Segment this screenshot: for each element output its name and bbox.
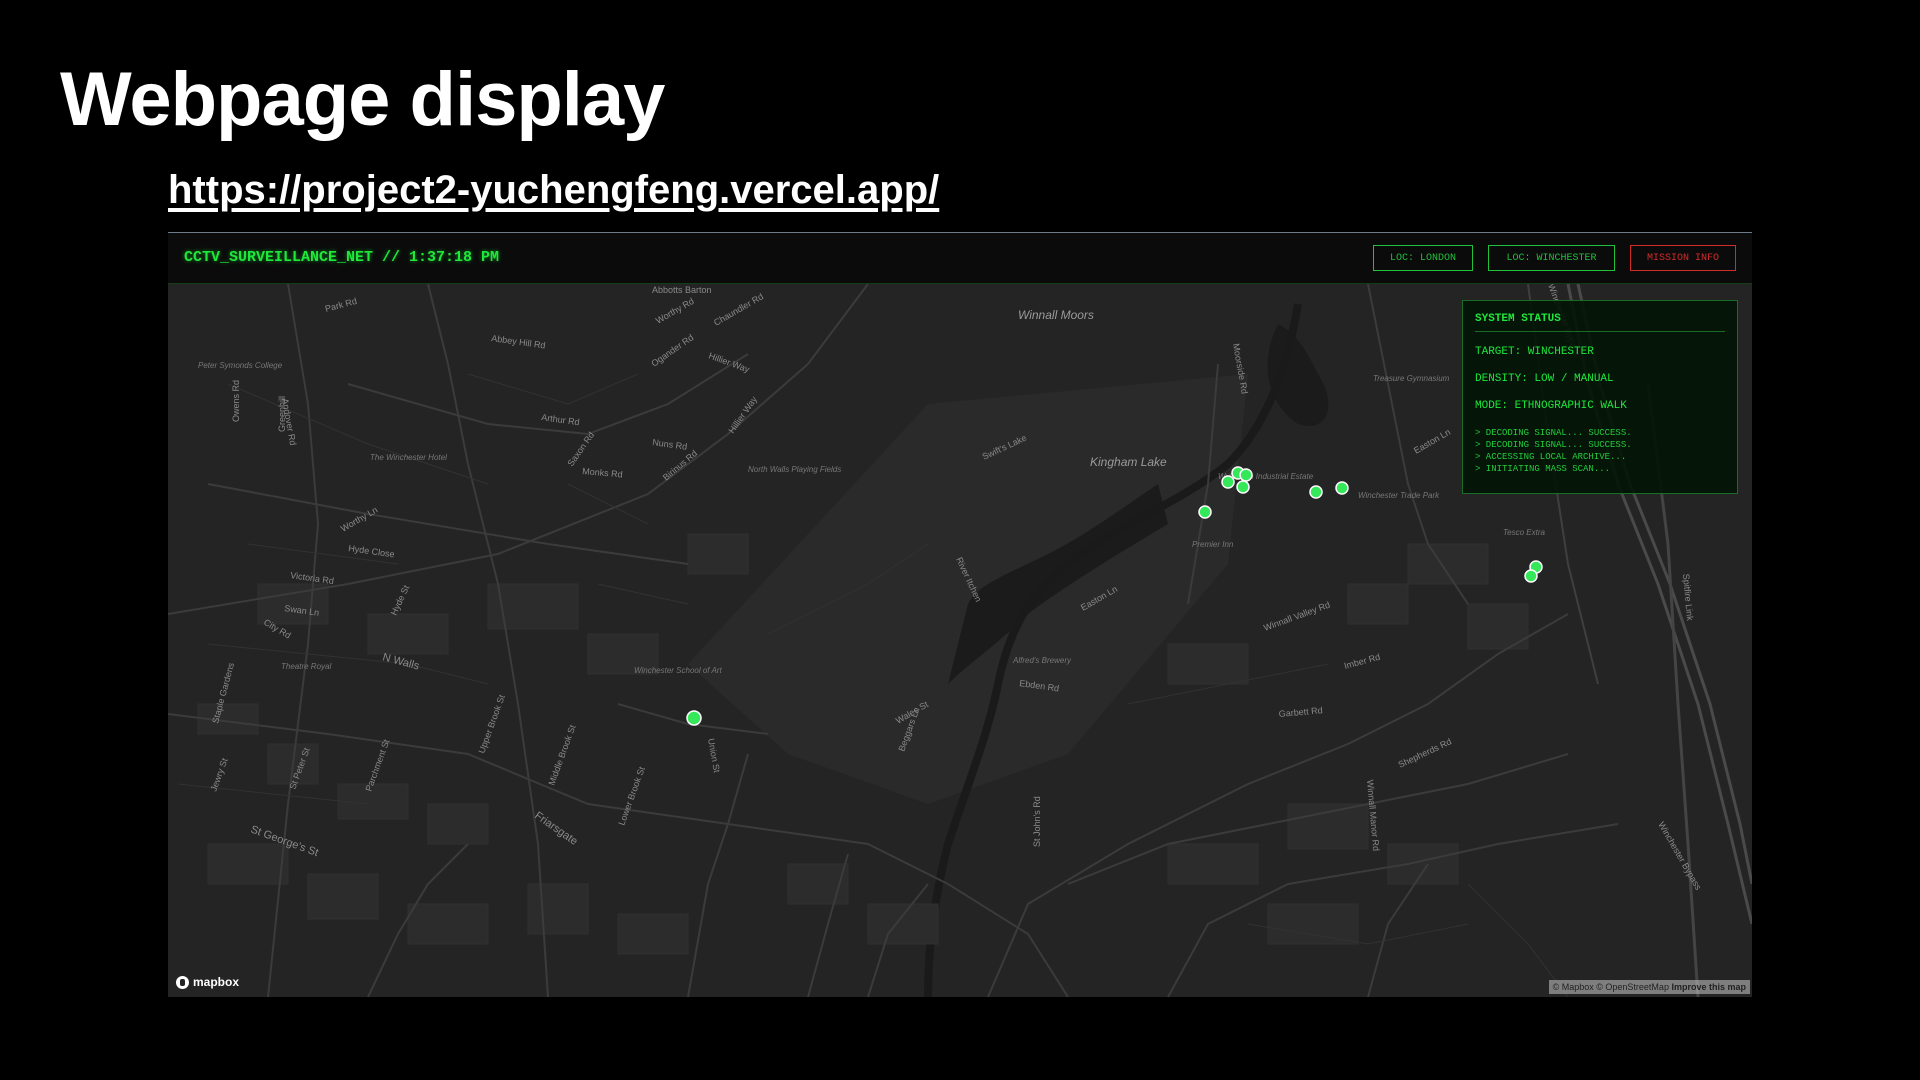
app-header: CCTV_SURVEILLANCE_NET // 1:37:18 PM LOC:… <box>168 233 1752 284</box>
loc-london-button[interactable]: LOC: LONDON <box>1373 245 1473 271</box>
mapbox-logo-text: mapbox <box>193 975 240 989</box>
app-screenshot: CCTV_SURVEILLANCE_NET // 1:37:18 PM LOC:… <box>168 232 1752 997</box>
app-title-clock: CCTV_SURVEILLANCE_NET // 1:37:18 PM <box>184 249 500 266</box>
log-line: > INITIATING MASS SCAN... <box>1475 464 1611 474</box>
label-tesco: Tesco Extra <box>1503 528 1545 537</box>
loc-winchester-button[interactable]: LOC: WINCHESTER <box>1488 245 1615 271</box>
label-winchester-hotel: The Winchester Hotel <box>370 453 447 462</box>
log-line: > DECODING SIGNAL... SUCCESS. <box>1475 428 1632 438</box>
cctv-marker[interactable] <box>1221 475 1235 489</box>
cctv-marker[interactable] <box>1524 569 1538 583</box>
map-attribution: © Mapbox © OpenStreetMap Improve this ma… <box>1548 980 1750 994</box>
label-abbotts-barton: Abbotts Barton <box>652 285 712 295</box>
cctv-marker[interactable] <box>686 710 702 726</box>
status-density: DENSITY: LOW / MANUAL <box>1475 373 1614 385</box>
slide-title: Webpage display <box>60 57 665 142</box>
label-north-walls: North Walls Playing Fields <box>748 465 841 474</box>
label-greenhill: Greenhill <box>277 396 287 432</box>
label-theatre-royal: Theatre Royal <box>281 662 331 671</box>
label-treasure-gym: Treasure Gymnasium <box>1373 374 1450 383</box>
label-st-johns-rd: St John's Rd <box>1032 796 1042 847</box>
log-line: > DECODING SIGNAL... SUCCESS. <box>1475 440 1632 450</box>
system-status-panel: SYSTEM STATUS TARGET: WINCHESTER DENSITY… <box>1462 300 1738 494</box>
attribution-text[interactable]: © Mapbox © OpenStreetMap <box>1553 982 1669 992</box>
status-panel-title: SYSTEM STATUS <box>1475 313 1725 332</box>
label-trade-park: Winchester Trade Park <box>1358 491 1440 500</box>
log-line: > ACCESSING LOCAL ARCHIVE... <box>1475 452 1627 462</box>
cctv-marker[interactable] <box>1198 505 1212 519</box>
cctv-marker[interactable] <box>1309 485 1323 499</box>
improve-map-link[interactable]: Improve this map <box>1671 982 1746 992</box>
mapbox-logo[interactable]: mapbox <box>176 975 239 989</box>
status-mode: MODE: ETHNOGRAPHIC WALK <box>1475 400 1627 412</box>
cctv-marker[interactable] <box>1236 480 1250 494</box>
label-winnall-moors: Winnall Moors <box>1018 308 1094 322</box>
cctv-marker[interactable] <box>1239 468 1253 482</box>
cctv-marker[interactable] <box>1335 481 1349 495</box>
label-peter-symonds: Peter Symonds College <box>198 361 283 370</box>
mission-info-button[interactable]: MISSION INFO <box>1630 245 1736 271</box>
status-target: TARGET: WINCHESTER <box>1475 346 1594 358</box>
label-owens-rd: Owens Rd <box>231 380 241 422</box>
label-alfreds-brewery: Alfred's Brewery <box>1012 656 1072 665</box>
label-kingham-lake: Kingham Lake <box>1090 455 1167 469</box>
label-premier-inn: Premier Inn <box>1192 540 1234 549</box>
mapbox-icon <box>176 975 189 989</box>
project-url-link[interactable]: https://project2-yuchengfeng.vercel.app/ <box>168 168 939 213</box>
label-school-of-art: Winchester School of Art <box>634 666 722 675</box>
